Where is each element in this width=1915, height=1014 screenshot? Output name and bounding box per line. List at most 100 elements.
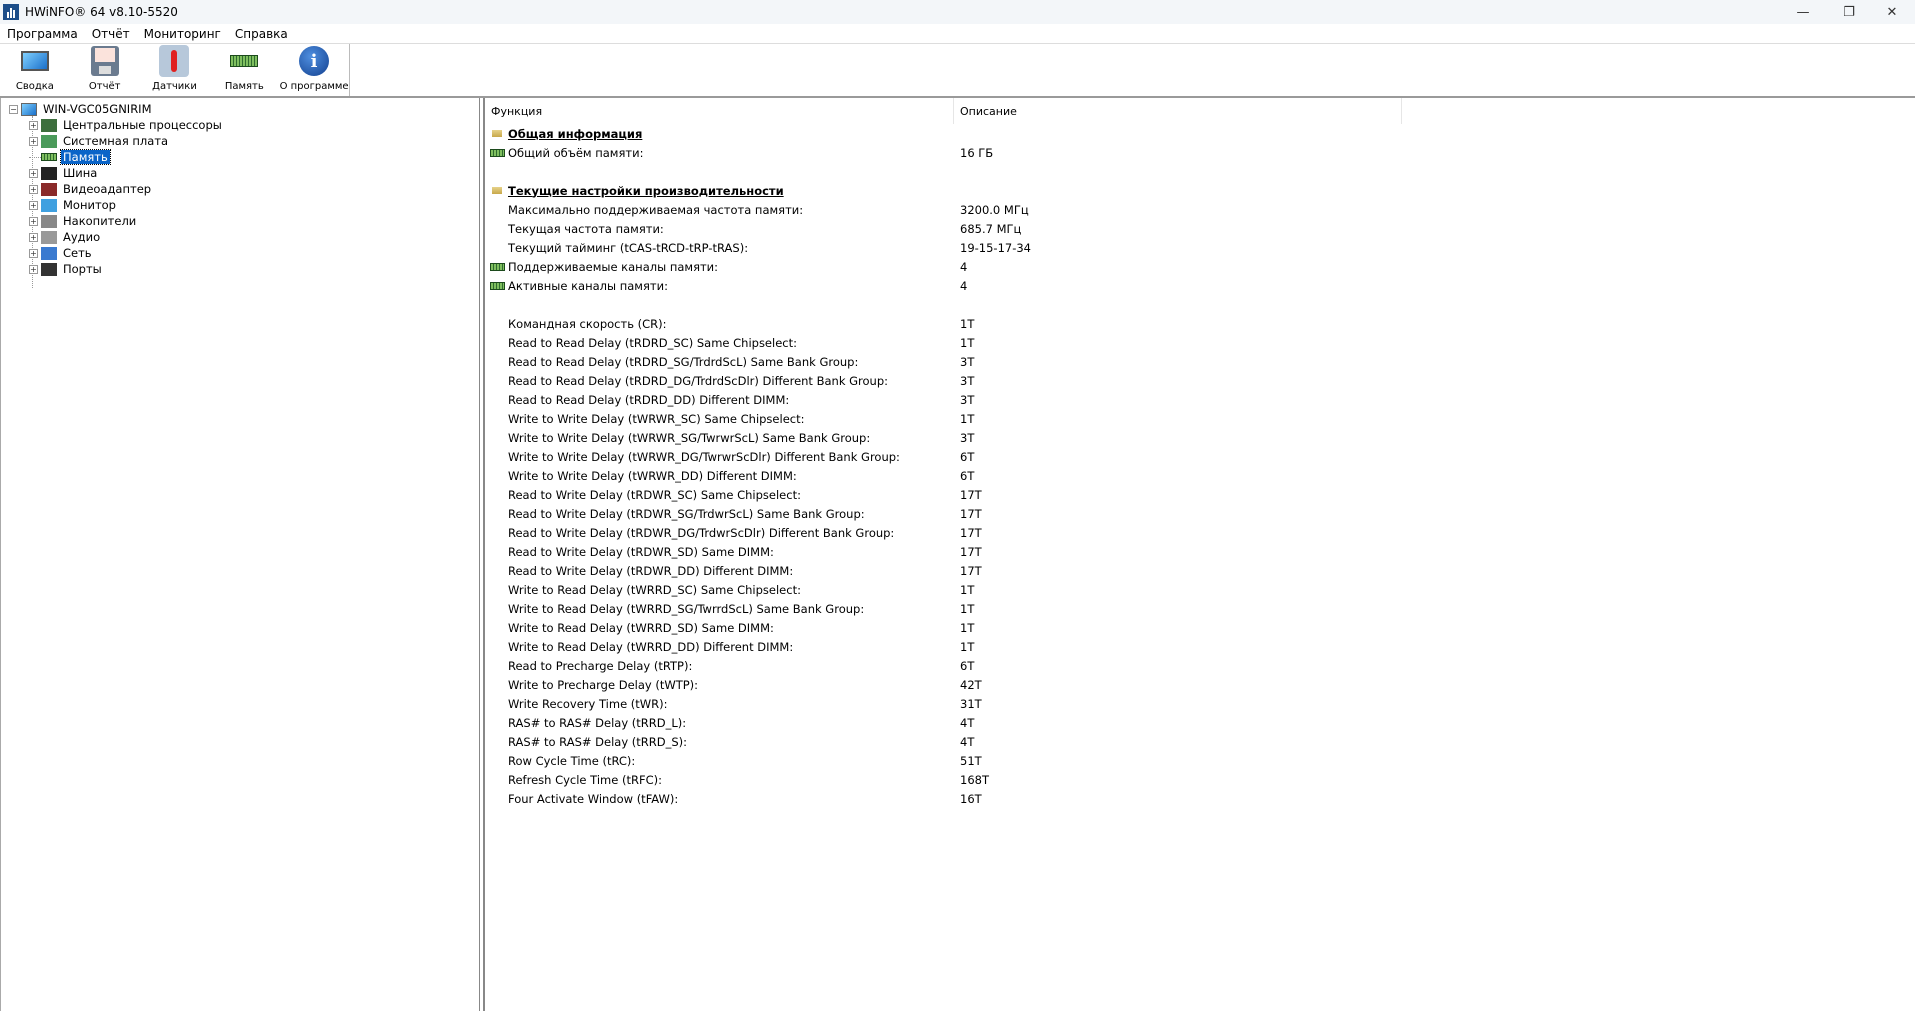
maximize-button[interactable]: ❐ xyxy=(1826,0,1872,24)
table-row[interactable]: Write Recovery Time (tWR): 31T xyxy=(485,694,1885,713)
description-cell: 6T xyxy=(960,658,975,673)
minimize-button[interactable]: — xyxy=(1780,0,1826,24)
table-row[interactable]: Read to Write Delay (tRDWR_SC) Same Chip… xyxy=(485,485,1885,504)
section-header[interactable]: Текущие настройки производительности xyxy=(485,181,1885,200)
description-cell: 168T xyxy=(960,772,989,787)
expand-icon[interactable]: + xyxy=(29,216,38,226)
item-icon xyxy=(490,529,505,537)
table-row[interactable]: Read to Read Delay (tRDRD_DD) Different … xyxy=(485,390,1885,409)
report-button[interactable]: Отчёт xyxy=(70,44,140,96)
about-label: О программе xyxy=(279,81,349,92)
column-header-description[interactable]: Описание xyxy=(954,98,1402,124)
close-button[interactable]: ✕ xyxy=(1869,0,1915,24)
tree-root[interactable]: − WIN-VGC05GNIRIM xyxy=(9,101,154,117)
item-icon xyxy=(490,415,505,423)
table-row[interactable]: Write to Read Delay (tWRRD_SC) Same Chip… xyxy=(485,580,1885,599)
description-cell: 1T xyxy=(960,411,975,426)
table-row[interactable]: Общий объём памяти: 16 ГБ xyxy=(485,143,1885,162)
expand-icon[interactable]: + xyxy=(29,200,38,210)
collapse-icon[interactable]: − xyxy=(9,104,18,114)
sensors-button[interactable]: Датчики xyxy=(140,44,210,96)
table-row[interactable]: Read to Write Delay (tRDWR_SD) Same DIMM… xyxy=(485,542,1885,561)
menu-help[interactable]: Справка xyxy=(228,27,295,41)
expand-icon[interactable]: + xyxy=(29,120,38,130)
table-row[interactable]: Write to Write Delay (tWRWR_DD) Differen… xyxy=(485,466,1885,485)
function-cell: Активные каналы памяти: xyxy=(508,278,668,293)
device-tree[interactable]: − WIN-VGC05GNIRIM + Центральные процессор… xyxy=(0,98,480,1011)
tree-item[interactable]: + Видеоадаптер xyxy=(29,181,153,197)
table-row[interactable]: Текущий тайминг (tCAS-tRCD-tRP-tRAS): 19-… xyxy=(485,238,1885,257)
description-cell: 3T xyxy=(960,430,975,445)
motherboard-icon xyxy=(41,134,57,148)
table-header: Функция Описание xyxy=(485,98,1915,124)
table-row[interactable]: Refresh Cycle Time (tRFC): 168T xyxy=(485,770,1885,789)
table-row[interactable]: RAS# to RAS# Delay (tRRD_S): 4T xyxy=(485,732,1885,751)
tree-item-label: Монитор xyxy=(63,198,116,212)
table-row[interactable]: Four Activate Window (tFAW): 16T xyxy=(485,789,1885,808)
table-row[interactable]: Write to Read Delay (tWRRD_SD) Same DIMM… xyxy=(485,618,1885,637)
ram-icon xyxy=(41,153,57,161)
description-cell: 4T xyxy=(960,734,975,749)
function-cell: Four Activate Window (tFAW): xyxy=(508,791,679,806)
tree-item[interactable]: + Системная плата xyxy=(29,133,170,149)
tree-item-label: Порты xyxy=(63,262,102,276)
table-row[interactable]: Read to Write Delay (tRDWR_DD) Different… xyxy=(485,561,1885,580)
table-row[interactable]: Read to Write Delay (tRDWR_SG/TrdwrScL) … xyxy=(485,504,1885,523)
tree-item[interactable]: + Центральные процессоры xyxy=(29,117,224,133)
memory-button[interactable]: Память xyxy=(209,44,279,96)
table-row[interactable]: Read to Read Delay (tRDRD_SC) Same Chips… xyxy=(485,333,1885,352)
expand-icon[interactable]: + xyxy=(29,248,38,258)
tree-root-label: WIN-VGC05GNIRIM xyxy=(43,102,152,116)
expand-icon[interactable]: + xyxy=(29,136,38,146)
description-cell: 17T xyxy=(960,563,982,578)
table-row[interactable]: Write to Write Delay (tWRWR_DG/TwrwrScDl… xyxy=(485,447,1885,466)
report-label: Отчёт xyxy=(88,81,121,92)
table-row[interactable]: Write to Write Delay (tWRWR_SC) Same Chi… xyxy=(485,409,1885,428)
blank-row xyxy=(485,295,1885,314)
summary-button[interactable]: Сводка xyxy=(0,44,70,96)
port-icon xyxy=(41,262,57,276)
table-row[interactable]: Write to Read Delay (tWRRD_DD) Different… xyxy=(485,637,1885,656)
tree-item[interactable]: + Порты xyxy=(29,261,104,277)
about-button[interactable]: i О программе xyxy=(279,44,349,96)
tree-item[interactable]: + Накопители xyxy=(29,213,138,229)
table-row[interactable]: RAS# to RAS# Delay (tRRD_L): 4T xyxy=(485,713,1885,732)
table-row[interactable]: Write to Write Delay (tWRWR_SG/TwrwrScL)… xyxy=(485,428,1885,447)
tree-item[interactable]: Память xyxy=(29,149,111,165)
expand-icon[interactable]: + xyxy=(29,168,38,178)
expand-icon[interactable]: + xyxy=(29,232,38,242)
table-row[interactable]: Write to Read Delay (tWRRD_SG/TwrrdScL) … xyxy=(485,599,1885,618)
menu-report[interactable]: Отчёт xyxy=(85,27,137,41)
gpu-icon xyxy=(41,182,57,196)
tree-item[interactable]: + Аудио xyxy=(29,229,102,245)
item-icon xyxy=(490,643,505,651)
tree-item-label: Накопители xyxy=(63,214,137,228)
description-cell: 6T xyxy=(960,468,975,483)
function-cell: Read to Read Delay (tRDRD_SC) Same Chips… xyxy=(508,335,797,350)
table-row[interactable]: Row Cycle Time (tRC): 51T xyxy=(485,751,1885,770)
menu-program[interactable]: Программа xyxy=(0,27,85,41)
tree-item[interactable]: + Сеть xyxy=(29,245,94,261)
section-header[interactable]: Общая информация xyxy=(485,124,1885,143)
table-row[interactable]: Активные каналы памяти: 4 xyxy=(485,276,1885,295)
table-row[interactable]: Read to Precharge Delay (tRTP): 6T xyxy=(485,656,1885,675)
drive-icon xyxy=(41,214,57,228)
table-row[interactable]: Read to Read Delay (tRDRD_SG/TrdrdScL) S… xyxy=(485,352,1885,371)
menu-monitoring[interactable]: Мониторинг xyxy=(137,27,228,41)
table-row[interactable]: Read to Write Delay (tRDWR_DG/TrdwrScDlr… xyxy=(485,523,1885,542)
table-row[interactable]: Командная скорость (CR): 1T xyxy=(485,314,1885,333)
tree-item[interactable]: + Шина xyxy=(29,165,99,181)
table-row[interactable]: Write to Precharge Delay (tWTP): 42T xyxy=(485,675,1885,694)
tree-item-label: Сеть xyxy=(63,246,92,260)
table-row[interactable]: Максимально поддерживаемая частота памят… xyxy=(485,200,1885,219)
table-row[interactable]: Текущая частота памяти: 685.7 МГц xyxy=(485,219,1885,238)
item-icon xyxy=(490,396,505,404)
table-row[interactable]: Read to Read Delay (tRDRD_DG/TrdrdScDlr)… xyxy=(485,371,1885,390)
table-row[interactable]: Поддерживаемые каналы памяти: 4 xyxy=(485,257,1885,276)
expand-icon[interactable]: + xyxy=(29,184,38,194)
tree-item[interactable]: + Монитор xyxy=(29,197,118,213)
description-cell: 42T xyxy=(960,677,982,692)
column-header-function[interactable]: Функция xyxy=(485,98,954,124)
expand-icon[interactable]: + xyxy=(29,264,38,274)
blank-row xyxy=(485,162,1885,181)
